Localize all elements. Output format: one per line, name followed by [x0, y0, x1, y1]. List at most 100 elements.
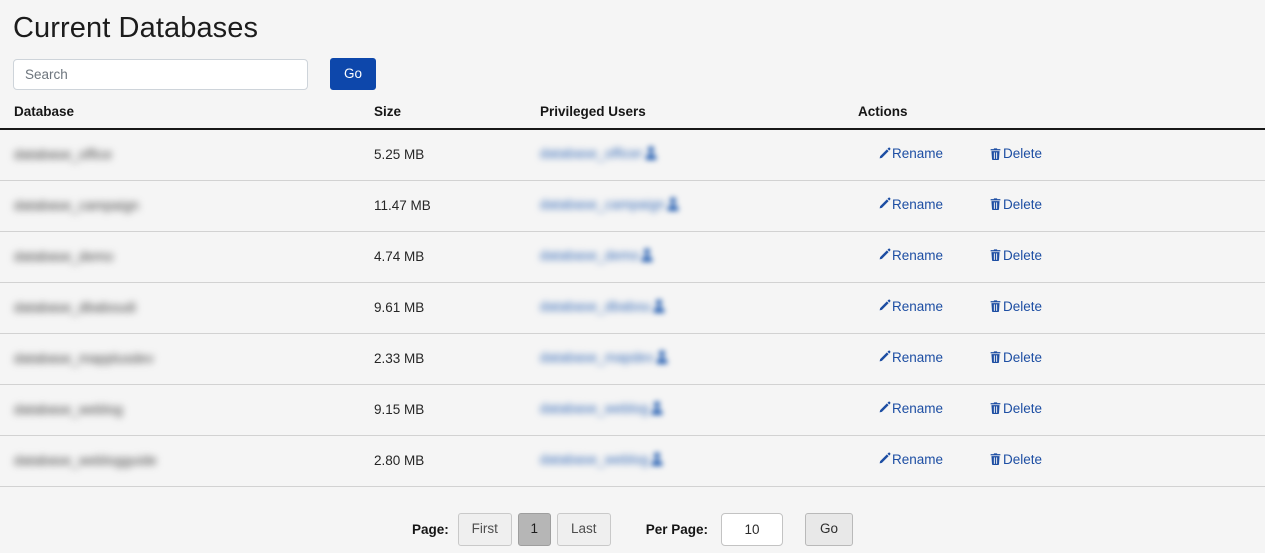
database-size: 9.15 MB — [374, 402, 425, 417]
table-row: database_office 5.25 MB database_officer Re… — [0, 129, 1265, 181]
cell-size: 9.15 MB — [374, 384, 540, 436]
cell-privileged-users: database_campaign — [540, 180, 858, 232]
cell-privileged-users: database_weblog — [540, 435, 858, 487]
cell-database: database_mapplusdev — [0, 333, 374, 385]
column-header-database: Database — [0, 104, 374, 130]
delete-label: Delete — [1003, 349, 1043, 365]
user-icon — [653, 299, 665, 316]
delete-link[interactable]: Delete — [989, 248, 1042, 263]
privileged-user-link[interactable]: database_demo — [540, 248, 639, 263]
database-size: 4.74 MB — [374, 249, 425, 264]
rename-link[interactable]: Rename — [877, 350, 943, 365]
delete-link[interactable]: Delete — [989, 350, 1042, 365]
trash-icon — [989, 452, 1002, 466]
column-header-actions: Actions — [858, 104, 1265, 130]
page-title: Current Databases — [13, 12, 259, 44]
cell-actions: Rename Delete — [858, 180, 1265, 232]
delete-label: Delete — [1003, 400, 1043, 416]
rename-label: Rename — [892, 146, 944, 161]
pencil-icon — [877, 452, 891, 466]
page-first-button[interactable]: First — [457, 512, 512, 546]
table-header: Database Size Privileged Users Actions — [0, 104, 1265, 130]
pencil-icon — [877, 401, 891, 415]
cell-actions: Rename Delete — [858, 129, 1265, 181]
privileged-user-link[interactable]: database_officer — [540, 146, 643, 161]
trash-icon — [989, 197, 1002, 211]
page-label: Page: — [411, 521, 449, 537]
privileged-user-link[interactable]: database_dbabou — [540, 299, 651, 314]
user-icon — [667, 197, 679, 214]
pagination-footer: Page: First 1 Last Per Page: Go — [0, 487, 1265, 546]
cell-database: database_demo — [0, 231, 374, 283]
trash-icon — [989, 248, 1002, 262]
database-size: 2.33 MB — [374, 351, 425, 366]
database-name-redacted: database_office — [14, 147, 113, 163]
user-icon — [645, 146, 657, 163]
cell-actions: Rename Delete — [858, 435, 1265, 487]
delete-label: Delete — [1003, 247, 1043, 263]
cell-actions: Rename Delete — [858, 384, 1265, 436]
database-size: 9.61 MB — [374, 300, 425, 315]
cell-database: database_campaign — [0, 180, 374, 232]
database-size: 11.47 MB — [374, 198, 431, 213]
database-size: 2.80 MB — [374, 453, 425, 468]
privileged-user-link[interactable]: database_campaign — [540, 197, 665, 212]
user-icon — [641, 248, 653, 265]
table-row: database_mapplusdev 2.33 MB database_mapde… — [0, 333, 1265, 385]
pencil-icon — [877, 350, 891, 364]
database-name-redacted: database_dbaboudi — [14, 300, 137, 315]
cell-privileged-users: database_mapdev — [540, 333, 858, 385]
delete-label: Delete — [1003, 451, 1043, 467]
cell-size: 4.74 MB — [374, 231, 540, 283]
page-last-button[interactable]: Last — [556, 512, 611, 546]
per-page-go-button[interactable]: Go — [805, 512, 854, 546]
rename-link[interactable]: Rename — [877, 197, 943, 212]
cell-size: 9.61 MB — [374, 282, 540, 334]
rename-link[interactable]: Rename — [877, 248, 943, 263]
table-row: database_campaign 11.47 MB database_campai… — [0, 180, 1265, 232]
cell-privileged-users: database_weblog — [540, 384, 858, 436]
user-icon — [656, 350, 668, 367]
delete-link[interactable]: Delete — [989, 401, 1042, 416]
delete-link[interactable]: Delete — [989, 452, 1042, 467]
search-input[interactable] — [13, 58, 308, 90]
cell-database: database_weblogguide — [0, 435, 374, 487]
privileged-user-link[interactable]: database_weblog — [540, 401, 649, 416]
delete-link[interactable]: Delete — [989, 299, 1042, 314]
cell-size: 11.47 MB — [374, 180, 540, 232]
delete-link[interactable]: Delete — [989, 197, 1042, 212]
trash-icon — [989, 401, 1002, 415]
cell-size: 2.33 MB — [374, 333, 540, 385]
rename-link[interactable]: Rename — [877, 452, 943, 467]
table-row: database_dbaboudi 9.61 MB database_dbabou R… — [0, 282, 1265, 334]
rename-link[interactable]: Rename — [877, 146, 943, 161]
database-name-redacted: database_mapplusdev — [14, 351, 154, 366]
delete-label: Delete — [1003, 196, 1043, 212]
trash-icon — [989, 299, 1002, 313]
cell-actions: Rename Delete — [858, 282, 1265, 334]
rename-link[interactable]: Rename — [877, 299, 943, 314]
cell-actions: Rename Delete — [858, 333, 1265, 385]
delete-link[interactable]: Delete — [989, 146, 1042, 161]
table-header-row: Database Size Privileged Users Actions — [0, 104, 1265, 130]
user-icon — [651, 452, 663, 469]
cell-database: database_office — [0, 129, 374, 181]
cell-size: 5.25 MB — [374, 129, 540, 181]
privileged-user-link[interactable]: database_weblog — [540, 452, 649, 467]
privileged-user-link[interactable]: database_mapdev — [540, 350, 654, 365]
cell-database: database_weblog — [0, 384, 374, 436]
cell-privileged-users: database_demo — [540, 231, 858, 283]
search-go-button[interactable]: Go — [330, 58, 377, 90]
table-row: database_weblogguide 2.80 MB database_webl… — [0, 435, 1265, 487]
delete-label: Delete — [1003, 146, 1043, 161]
per-page-label: Per Page: — [645, 521, 709, 537]
database-size: 5.25 MB — [374, 147, 425, 163]
per-page-input[interactable] — [721, 512, 784, 546]
rename-label: Rename — [892, 247, 944, 263]
cell-actions: Rename Delete — [858, 231, 1265, 283]
table-body: database_office 5.25 MB database_officer Re… — [0, 129, 1265, 487]
page-current-button[interactable]: 1 — [517, 512, 551, 546]
rename-link[interactable]: Rename — [877, 401, 943, 416]
rename-label: Rename — [892, 196, 944, 212]
pencil-icon — [877, 299, 891, 313]
